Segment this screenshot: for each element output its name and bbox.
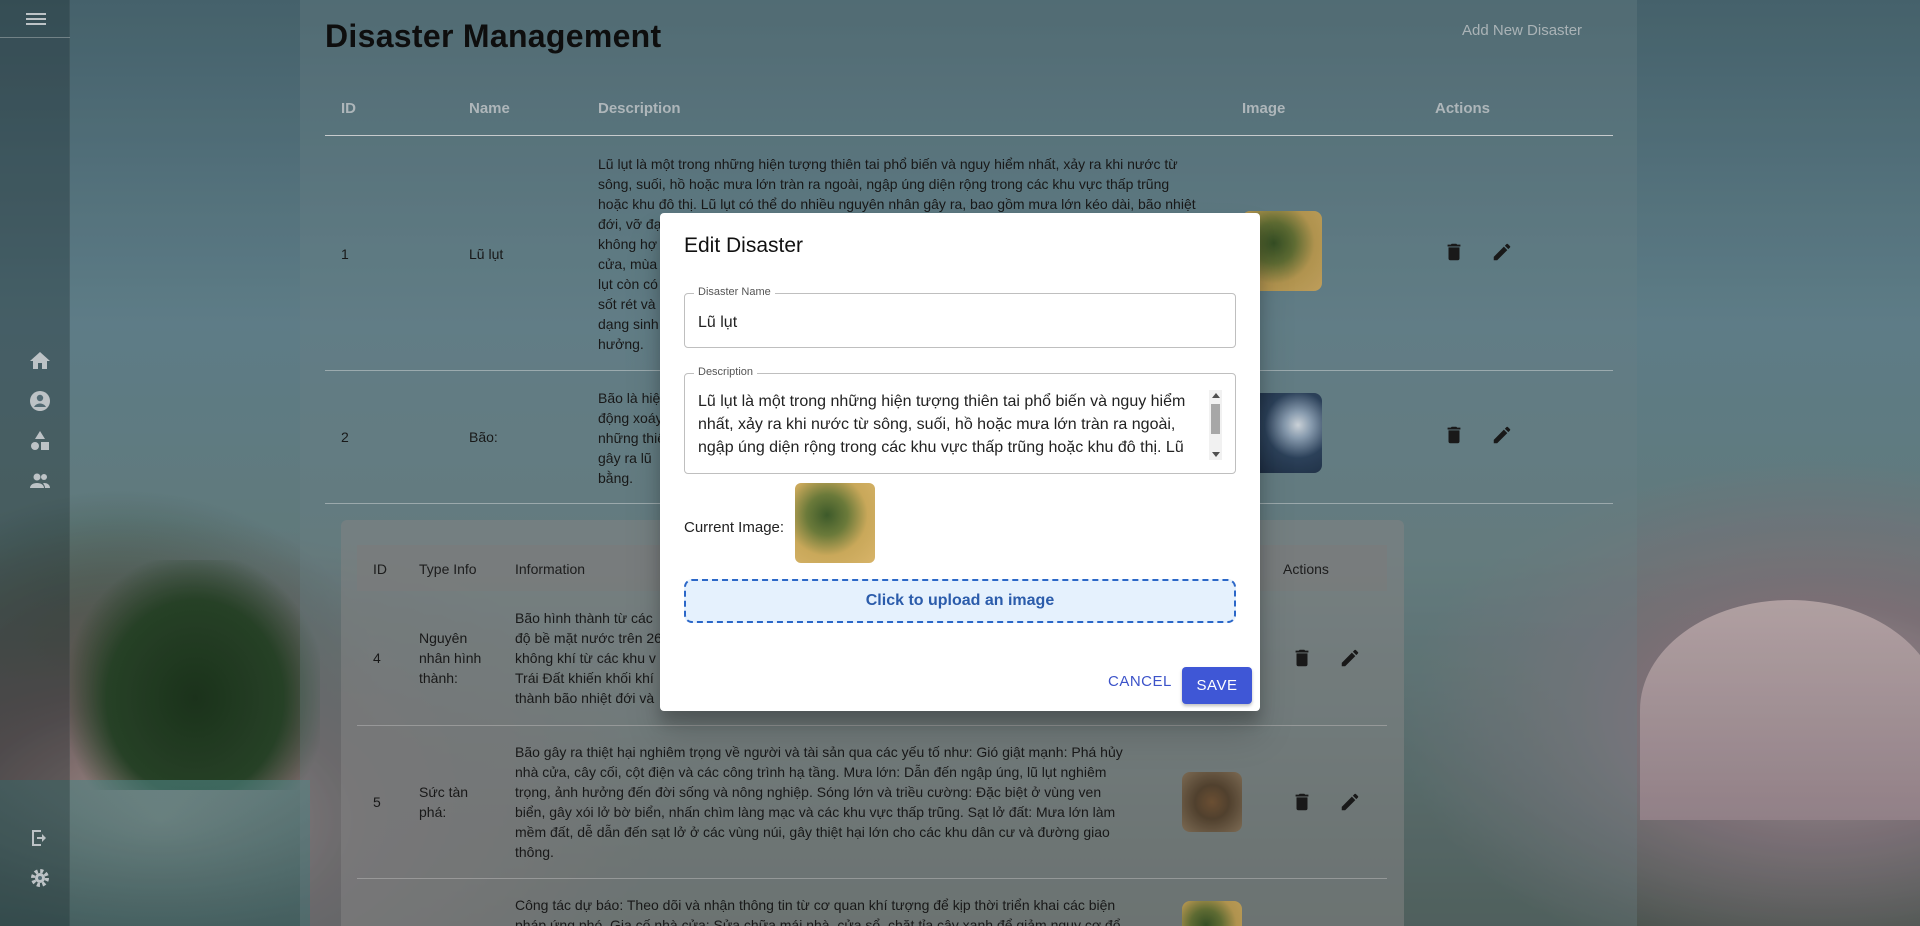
disaster-name-input[interactable]: Lũ lụt — [698, 314, 737, 332]
edit-disaster-dialog: Edit Disaster Disaster Name Lũ lụt Descr… — [660, 213, 1260, 711]
textarea-line: ngập úng diện rộng trong các khu vực thấ… — [698, 439, 1184, 456]
disaster-name-field[interactable]: Disaster Name Lũ lụt — [684, 286, 1236, 348]
textarea-line: Lũ lụt là một trong những hiện tượng thi… — [698, 393, 1186, 410]
save-button[interactable]: SAVE — [1182, 667, 1252, 704]
description-label: Description — [694, 366, 758, 378]
textarea-line: nhất, xảy ra khi nước từ sông, suối, hồ … — [698, 416, 1176, 433]
current-image-label: Current Image: — [684, 519, 785, 536]
upload-image-button[interactable]: Click to upload an image — [684, 579, 1236, 623]
scroll-up-arrow[interactable] — [1212, 393, 1220, 398]
textarea-scrollbar[interactable] — [1209, 390, 1222, 460]
dialog-title: Edit Disaster — [684, 234, 804, 257]
scroll-down-arrow[interactable] — [1212, 452, 1220, 457]
cancel-button[interactable]: CANCEL — [1108, 673, 1172, 690]
disaster-name-label: Disaster Name — [694, 286, 775, 298]
scroll-thumb[interactable] — [1211, 404, 1220, 434]
description-textarea[interactable]: Lũ lụt là một trong những hiện tượng thi… — [698, 390, 1198, 458]
current-image — [795, 483, 875, 563]
description-field[interactable]: Description Lũ lụt là một trong những hi… — [684, 366, 1236, 474]
